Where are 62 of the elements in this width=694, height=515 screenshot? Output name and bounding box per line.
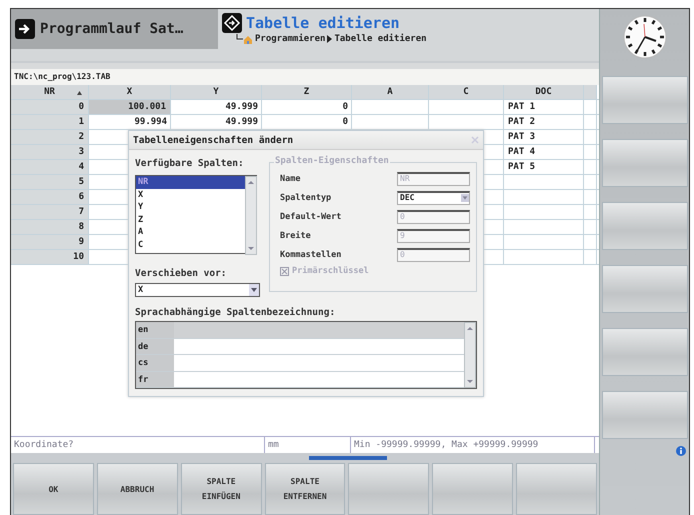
dropdown-field[interactable]: X xyxy=(135,283,260,297)
list-item[interactable]: X xyxy=(136,188,245,201)
table-cell-text: PAT 2 xyxy=(507,116,536,129)
row-number: 9 xyxy=(11,235,89,250)
field-label: Verschieben vor: xyxy=(135,268,228,279)
column-header[interactable]: DOC xyxy=(504,85,584,100)
group-title: Spalten-Eigenschaften xyxy=(274,156,390,166)
column-header[interactable]: C xyxy=(429,85,504,100)
file-path: TNC:\nc_prog\123.TAB xyxy=(11,63,599,85)
table-cell-text: PAT 4 xyxy=(507,146,536,159)
field-label: Default-Wert xyxy=(280,212,342,222)
list-item[interactable]: C xyxy=(136,238,245,251)
column-header[interactable]: NR xyxy=(11,85,89,100)
row-number: 1 xyxy=(11,115,89,130)
table-cell-text: 99.994 xyxy=(133,116,168,129)
list-item[interactable]: A xyxy=(136,226,245,238)
row-number: 0 xyxy=(11,100,89,115)
softkey[interactable]: OK xyxy=(13,463,94,515)
softkey[interactable]: SPALTE ENTFERNEN xyxy=(264,463,346,515)
column-header[interactable]: A xyxy=(352,85,429,100)
row-number: 4 xyxy=(11,160,89,175)
column-list[interactable]: NR X Y Z A C xyxy=(135,175,257,254)
table-cell: 100.001 xyxy=(89,100,171,115)
breadcrumb-link[interactable]: Programmieren xyxy=(255,34,326,44)
screen-title: Tabelle editieren xyxy=(246,14,400,32)
column-header[interactable]: X xyxy=(89,85,171,100)
mode-tab[interactable]: Programmlauf Sat… xyxy=(11,9,218,49)
table-cell-text: PAT 5 xyxy=(507,161,536,174)
list-item[interactable]: NR xyxy=(136,176,245,188)
row-number: 7 xyxy=(11,205,89,220)
field-label: Spaltentyp xyxy=(280,192,332,202)
table-cell-text: PAT 3 xyxy=(507,131,536,144)
language-code: de xyxy=(136,338,174,354)
softkey[interactable]: SPALTE EINFÜGEN xyxy=(180,463,262,515)
dropdown-field[interactable]: DEC xyxy=(397,190,470,204)
table-cell-text: 0 xyxy=(342,116,349,129)
language-code: fr xyxy=(136,372,174,387)
field-label: Breite xyxy=(280,230,311,240)
row-number: 3 xyxy=(11,145,89,160)
row-number: 8 xyxy=(11,220,89,235)
field-label: Sprachabhängige Spaltenbezeichnung: xyxy=(134,306,336,320)
table-cell-text: PAT 1 xyxy=(507,101,536,114)
list-item[interactable]: Z xyxy=(136,214,245,226)
column-header[interactable]: Z xyxy=(262,85,352,100)
row-number: 2 xyxy=(11,130,89,145)
row-number: 10 xyxy=(11,250,89,265)
field-label: Kommastellen xyxy=(280,250,342,260)
column-header[interactable]: Y xyxy=(171,85,262,100)
softkey[interactable]: ABBRUCH xyxy=(96,463,178,515)
row-number: 5 xyxy=(11,175,89,190)
breadcrumb-link[interactable]: Tabelle editieren xyxy=(334,34,427,44)
checkbox-label: Primärschlüssel xyxy=(292,266,369,276)
language-code: cs xyxy=(136,355,174,370)
field-label: Name xyxy=(280,174,300,184)
language-code: en xyxy=(136,322,174,338)
list-item[interactable]: Y xyxy=(136,201,245,214)
table-cell-text: 0 xyxy=(342,101,349,114)
table-cell-text: 49.999 xyxy=(224,101,259,114)
row-number: 6 xyxy=(11,190,89,205)
table-cell-text: 49.999 xyxy=(224,116,259,129)
dialog-title: Tabelleneigenschaften ändern xyxy=(133,134,294,146)
field-label: Verfügbare Spalten: xyxy=(135,158,245,169)
